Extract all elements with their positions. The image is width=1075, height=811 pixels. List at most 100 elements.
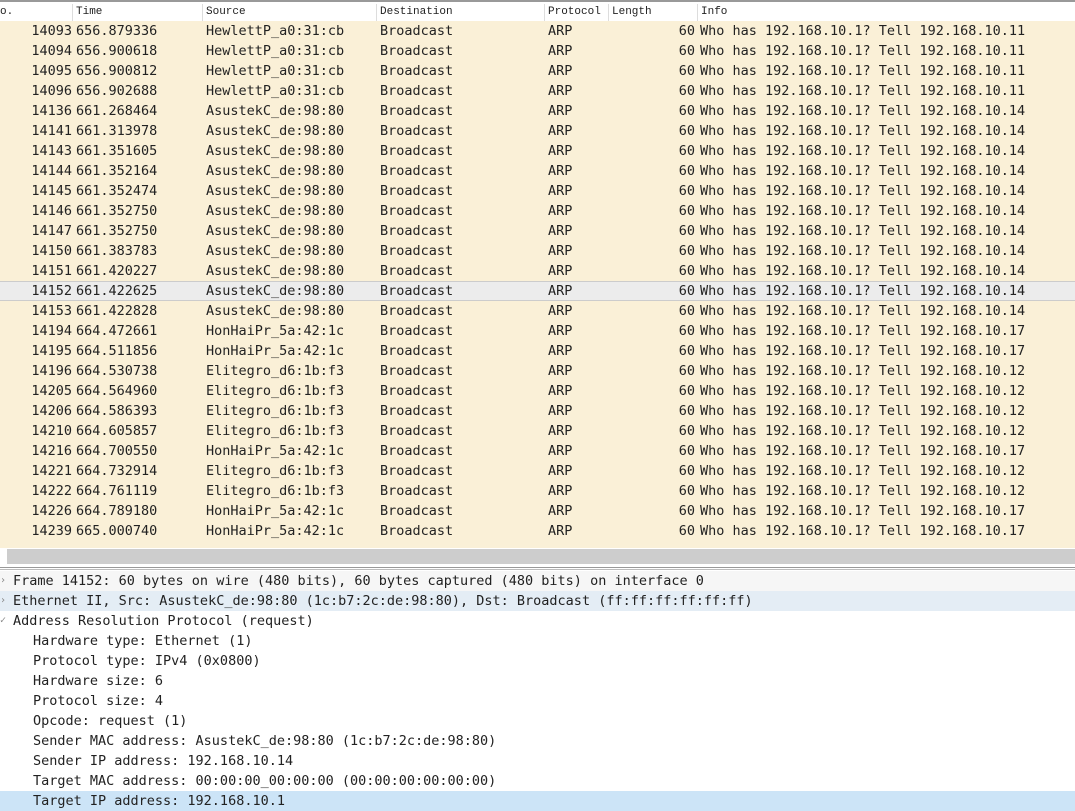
packet-row[interactable]: 14239 665.000740 HonHaiPr_5a:42:1c Broadcas… bbox=[0, 521, 1075, 541]
packet-row[interactable]: 14216 664.700550 HonHaiPr_5a:42:1c Broadcas… bbox=[0, 441, 1075, 461]
detail-tree-item[interactable]: › Frame 14152: 60 bytes on wire (480 bits… bbox=[0, 571, 1075, 591]
packet-number: 14195 bbox=[31, 343, 72, 359]
packet-length: 60 bbox=[678, 23, 695, 39]
detail-tree-item[interactable]: › Ethernet II, Src: AsustekC_de:98:80 (1c… bbox=[0, 591, 1075, 611]
detail-tree-item[interactable]: Sender MAC address: AsustekC_de:98:80 (1… bbox=[0, 731, 1075, 751]
packet-row[interactable]: 14151 661.420227 AsustekC_de:98:80 Broadcas… bbox=[0, 261, 1075, 281]
packet-source: AsustekC_de:98:80 bbox=[206, 103, 345, 119]
packet-info: Who has 192.168.10.1? Tell 192.168.10.12 bbox=[700, 383, 1026, 399]
detail-tree-item[interactable]: Opcode: request (1) bbox=[0, 711, 1075, 731]
packet-source: Elitegro_d6:1b:f3 bbox=[206, 403, 345, 419]
packet-protocol: ARP bbox=[548, 383, 573, 399]
detail-tree-item[interactable]: Protocol size: 4 bbox=[0, 691, 1075, 711]
packet-protocol: ARP bbox=[548, 283, 573, 299]
detail-text: Protocol size: 4 bbox=[33, 693, 164, 709]
packet-row[interactable]: 14093 656.879336 HewlettP_a0:31:cb Broadcas… bbox=[0, 21, 1075, 41]
packet-source: HewlettP_a0:31:cb bbox=[206, 23, 345, 39]
scrollbar-track[interactable] bbox=[7, 549, 1075, 564]
packet-info: Who has 192.168.10.1? Tell 192.168.10.17 bbox=[700, 523, 1026, 539]
packet-number: 14196 bbox=[31, 363, 72, 379]
packet-row[interactable]: 14194 664.472661 HonHaiPr_5a:42:1c Broadcas… bbox=[0, 321, 1075, 341]
packet-info: Who has 192.168.10.1? Tell 192.168.10.11 bbox=[700, 43, 1026, 59]
packet-number: 14226 bbox=[31, 503, 72, 519]
packet-number: 14147 bbox=[31, 223, 72, 239]
packet-row[interactable]: 14153 661.422828 AsustekC_de:98:80 Broadcas… bbox=[0, 301, 1075, 321]
packet-protocol: ARP bbox=[548, 63, 573, 79]
packet-destination: Broadcast bbox=[380, 503, 454, 519]
column-divider[interactable] bbox=[376, 4, 377, 22]
packet-row[interactable]: 14147 661.352750 AsustekC_de:98:80 Broadcas… bbox=[0, 221, 1075, 241]
packet-number: 14239 bbox=[31, 523, 72, 539]
column-divider[interactable] bbox=[72, 4, 73, 22]
packet-source: AsustekC_de:98:80 bbox=[206, 183, 345, 199]
packet-row[interactable]: 14210 664.605857 Elitegro_d6:1b:f3 Broadcas… bbox=[0, 421, 1075, 441]
packet-number: 14093 bbox=[31, 23, 72, 39]
packet-protocol: ARP bbox=[548, 443, 573, 459]
packet-row[interactable]: 14205 664.564960 Elitegro_d6:1b:f3 Broadcas… bbox=[0, 381, 1075, 401]
detail-tree-item[interactable]: Hardware type: Ethernet (1) bbox=[0, 631, 1075, 651]
packet-row[interactable]: 14145 661.352474 AsustekC_de:98:80 Broadcas… bbox=[0, 181, 1075, 201]
packet-destination: Broadcast bbox=[380, 103, 454, 119]
packet-time: 664.605857 bbox=[76, 423, 158, 439]
detail-tree-item[interactable]: Target IP address: 192.168.10.1 bbox=[0, 791, 1075, 811]
packet-protocol: ARP bbox=[548, 343, 573, 359]
packet-destination: Broadcast bbox=[380, 403, 454, 419]
packet-row[interactable]: 14095 656.900812 HewlettP_a0:31:cb Broadcas… bbox=[0, 61, 1075, 81]
packet-time: 664.789180 bbox=[76, 503, 158, 519]
packet-time: 661.422828 bbox=[76, 303, 158, 319]
packet-time: 661.352750 bbox=[76, 223, 158, 239]
packet-protocol: ARP bbox=[548, 523, 573, 539]
collapsed-arrow-icon[interactable]: › bbox=[0, 571, 10, 591]
packet-source: HonHaiPr_5a:42:1c bbox=[206, 523, 345, 539]
detail-tree-item[interactable]: Target MAC address: 00:00:00_00:00:00 (0… bbox=[0, 771, 1075, 791]
packet-row[interactable]: 14221 664.732914 Elitegro_d6:1b:f3 Broadcas… bbox=[0, 461, 1075, 481]
packet-length: 60 bbox=[678, 383, 695, 399]
packet-row[interactable]: 14096 656.902688 HewlettP_a0:31:cb Broadcas… bbox=[0, 81, 1075, 101]
packet-destination: Broadcast bbox=[380, 63, 454, 79]
packet-info: Who has 192.168.10.1? Tell 192.168.10.17 bbox=[700, 323, 1026, 339]
packet-length: 60 bbox=[678, 103, 695, 119]
packet-length: 60 bbox=[678, 83, 695, 99]
detail-tree-item[interactable]: Sender IP address: 192.168.10.14 bbox=[0, 751, 1075, 771]
pane-splitter[interactable] bbox=[0, 567, 1075, 570]
column-divider[interactable] bbox=[608, 4, 609, 22]
packet-row[interactable]: 14226 664.789180 HonHaiPr_5a:42:1c Broadcas… bbox=[0, 501, 1075, 521]
packet-protocol: ARP bbox=[548, 163, 573, 179]
detail-tree-item[interactable]: Hardware size: 6 bbox=[0, 671, 1075, 691]
packet-row[interactable]: 14150 661.383783 AsustekC_de:98:80 Broadcas… bbox=[0, 241, 1075, 261]
packet-row[interactable]: 14094 656.900618 HewlettP_a0:31:cb Broadcas… bbox=[0, 41, 1075, 61]
packet-row[interactable]: 14143 661.351605 AsustekC_de:98:80 Broadcas… bbox=[0, 141, 1075, 161]
packet-protocol: ARP bbox=[548, 463, 573, 479]
detail-tree-item[interactable]: ✓ Address Resolution Protocol (request) bbox=[0, 611, 1075, 631]
packet-row-partial[interactable] bbox=[0, 541, 1075, 548]
packet-time: 661.351605 bbox=[76, 143, 158, 159]
packet-protocol: ARP bbox=[548, 83, 573, 99]
column-divider[interactable] bbox=[697, 4, 698, 22]
packet-row[interactable]: 14195 664.511856 HonHaiPr_5a:42:1c Broadcas… bbox=[0, 341, 1075, 361]
column-divider[interactable] bbox=[202, 4, 203, 22]
packet-row[interactable]: 14196 664.530738 Elitegro_d6:1b:f3 Broadcas… bbox=[0, 361, 1075, 381]
expanded-arrow-icon[interactable]: ✓ bbox=[0, 611, 10, 631]
packet-length: 60 bbox=[678, 523, 695, 539]
packet-row[interactable]: 14136 661.268464 AsustekC_de:98:80 Broadcas… bbox=[0, 101, 1075, 121]
packet-destination: Broadcast bbox=[380, 323, 454, 339]
collapsed-arrow-icon[interactable]: › bbox=[0, 591, 10, 611]
packet-row[interactable]: 14206 664.586393 Elitegro_d6:1b:f3 Broadcas… bbox=[0, 401, 1075, 421]
packet-length: 60 bbox=[678, 443, 695, 459]
horizontal-scrollbar[interactable] bbox=[0, 548, 1075, 565]
detail-text: Hardware size: 6 bbox=[33, 673, 164, 689]
detail-tree-item[interactable]: Protocol type: IPv4 (0x0800) bbox=[0, 651, 1075, 671]
packet-length: 60 bbox=[678, 223, 695, 239]
column-divider[interactable] bbox=[544, 4, 545, 22]
packet-row[interactable]: 14222 664.761119 Elitegro_d6:1b:f3 Broadcas… bbox=[0, 481, 1075, 501]
packet-time: 661.383783 bbox=[76, 243, 158, 259]
packet-number: 14221 bbox=[31, 463, 72, 479]
packet-row[interactable]: 14144 661.352164 AsustekC_de:98:80 Broadcas… bbox=[0, 161, 1075, 181]
packet-row[interactable]: 14141 661.313978 AsustekC_de:98:80 Broadcas… bbox=[0, 121, 1075, 141]
packet-length: 60 bbox=[678, 63, 695, 79]
detail-text: Opcode: request (1) bbox=[33, 713, 188, 729]
packet-row[interactable]: 14152 661.422625 AsustekC_de:98:80 Broadcas… bbox=[0, 281, 1075, 301]
packet-length: 60 bbox=[678, 183, 695, 199]
packet-number: 14136 bbox=[31, 103, 72, 119]
packet-row[interactable]: 14146 661.352750 AsustekC_de:98:80 Broadcas… bbox=[0, 201, 1075, 221]
